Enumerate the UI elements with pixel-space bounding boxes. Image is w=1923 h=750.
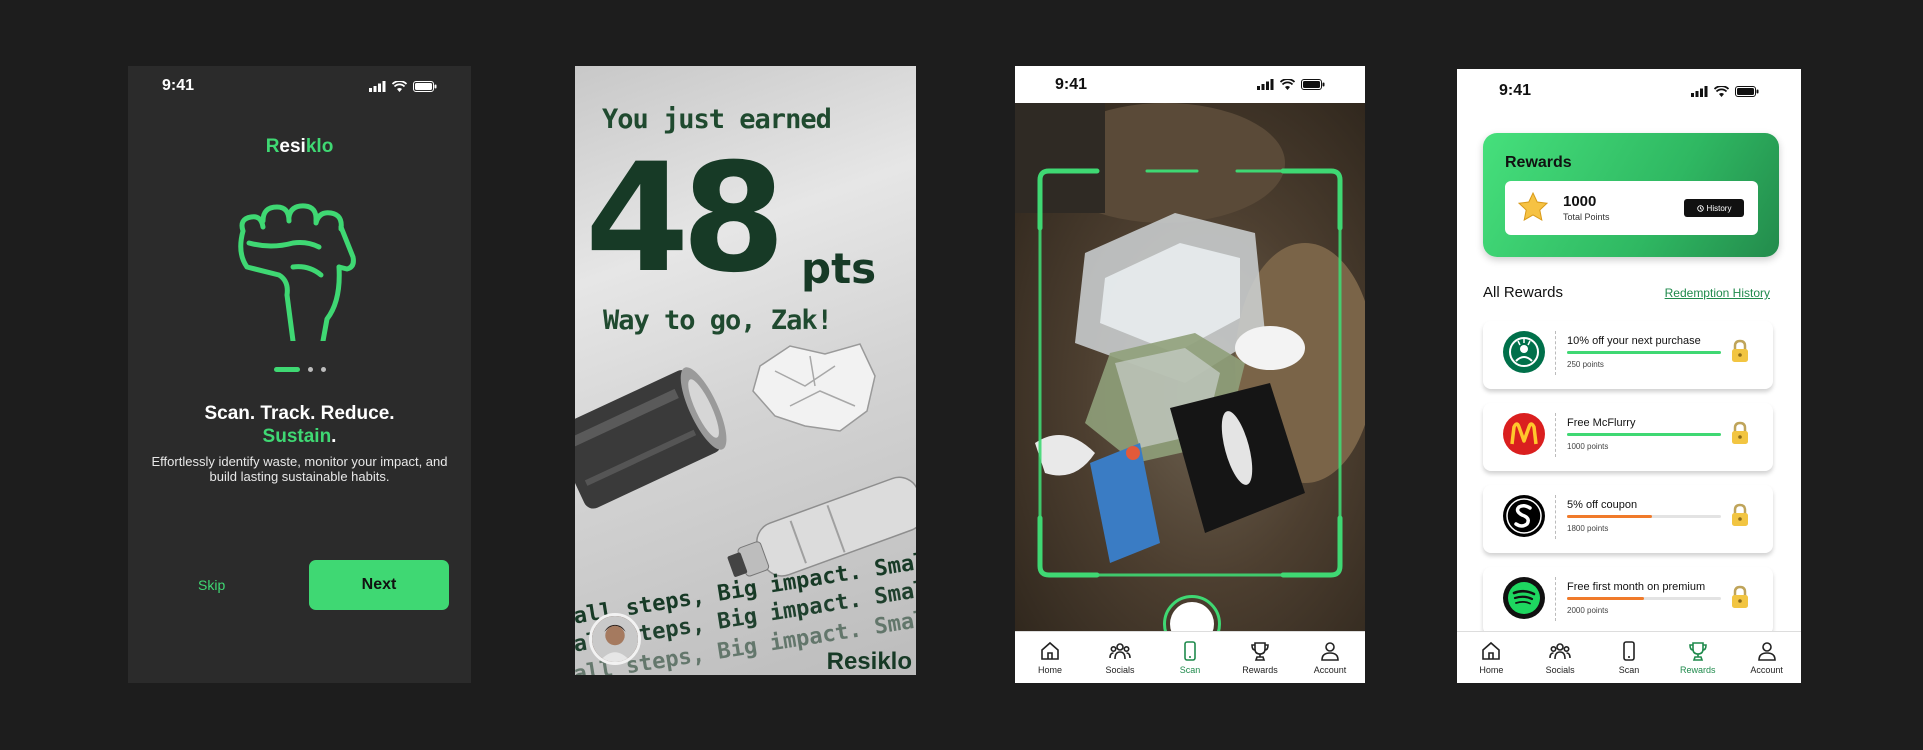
wifi-icon <box>1280 79 1295 90</box>
tab-socials[interactable]: Socials <box>1090 640 1150 675</box>
rewards-card: Rewards 1000 Total Points History <box>1483 133 1779 257</box>
tab-account[interactable]: Account <box>1300 640 1360 675</box>
reward-progress-bar <box>1567 433 1721 436</box>
rewards-card-title: Rewards <box>1505 154 1572 171</box>
tab-bar: Home Socials Scan Rewards Account <box>1457 631 1801 683</box>
rewards-list: 10% off your next purchase 250 points Fr… <box>1483 321 1773 649</box>
star-icon <box>1517 191 1549 221</box>
status-time: 9:41 <box>1499 82 1532 99</box>
user-icon <box>1321 642 1339 661</box>
reward-progress-bar <box>1567 515 1721 518</box>
battery-icon <box>1735 85 1759 97</box>
brand-wordmark: Resiklo <box>826 648 912 675</box>
s-brand-logo-icon <box>1503 495 1545 537</box>
reward-progress-bar <box>1567 597 1721 600</box>
raised-fist-icon <box>238 203 356 341</box>
signal-icon <box>1691 85 1708 97</box>
lock-icon <box>1732 503 1748 526</box>
reward-item[interactable]: Free McFlurry 1000 points <box>1483 403 1773 471</box>
lock-icon <box>1732 421 1748 444</box>
signal-icon <box>369 80 386 92</box>
status-time: 9:41 <box>162 77 195 94</box>
points-number: 48 <box>585 132 786 306</box>
app-logo: Resiklo <box>265 136 334 157</box>
status-icons <box>1691 85 1759 97</box>
phone-icon <box>1184 641 1196 661</box>
redemption-history-link[interactable]: Redemption History <box>1665 286 1770 300</box>
page-dot <box>307 367 313 372</box>
points-unit: pts <box>801 244 877 293</box>
reward-title: Free first month on premium <box>1567 581 1706 593</box>
status-bar: 9:41 <box>1457 71 1801 111</box>
status-icons <box>369 80 437 92</box>
onboarding-description: Effortlessly identify waste, monitor you… <box>151 454 448 484</box>
people-icon <box>1109 643 1131 660</box>
user-photo-icon <box>592 616 638 662</box>
points-earned-screen: You just earned 48 pts Way to go, Zak! S… <box>575 66 916 675</box>
battery-icon <box>1301 79 1325 90</box>
user-icon <box>1757 642 1776 661</box>
reward-points: 2000 points <box>1567 606 1609 615</box>
page-indicator <box>128 367 471 372</box>
total-points-value: 1000 <box>1563 193 1597 210</box>
trophy-icon <box>1688 642 1707 661</box>
tab-home[interactable]: Home <box>1020 640 1080 675</box>
reward-title: 10% off your next purchase <box>1567 335 1701 347</box>
wifi-icon <box>392 80 407 92</box>
rewards-screen: 9:41 Rewards 1000 Total Points History A… <box>1457 69 1801 683</box>
reward-progress-bar <box>1567 351 1721 354</box>
trophy-icon <box>1251 642 1269 661</box>
people-icon <box>1549 643 1571 660</box>
wifi-icon <box>1714 85 1729 97</box>
lock-icon <box>1732 339 1748 362</box>
phone-icon <box>1623 641 1635 661</box>
reward-points: 1000 points <box>1567 442 1609 451</box>
reward-item[interactable]: 10% off your next purchase 250 points <box>1483 321 1773 389</box>
total-points-box: 1000 Total Points History <box>1505 181 1758 235</box>
reward-title: 5% off coupon <box>1567 499 1638 511</box>
onboarding-screen: 9:41 Resiklo Scan. Track. Reduce. Sustai… <box>128 66 471 683</box>
reward-points: 1800 points <box>1567 524 1609 533</box>
mcdonalds-logo-icon <box>1503 413 1545 455</box>
reward-item[interactable]: 5% off coupon 1800 points <box>1483 485 1773 553</box>
scan-screen: 9:41 Home Socials Scan Rewards Account <box>1015 66 1365 683</box>
clock-icon <box>1696 204 1704 212</box>
greeting-text: Way to go, Zak! <box>603 305 833 336</box>
tab-home[interactable]: Home <box>1461 640 1521 675</box>
earned-text: You just earned <box>602 104 832 135</box>
tab-account[interactable]: Account <box>1737 640 1797 675</box>
skip-button[interactable]: Skip <box>198 577 225 593</box>
status-bar: 9:41 <box>128 66 471 106</box>
lock-icon <box>1732 585 1748 608</box>
next-button[interactable]: Next <box>309 560 449 610</box>
trash-illustration <box>575 343 916 577</box>
reward-points: 250 points <box>1567 360 1604 369</box>
tab-scan[interactable]: Scan <box>1599 640 1659 675</box>
signal-icon <box>1257 79 1274 90</box>
onboarding-headline: Scan. Track. Reduce. Sustain. <box>204 403 395 447</box>
history-button[interactable]: History <box>1684 199 1744 217</box>
scan-frame <box>1037 168 1343 578</box>
tab-rewards[interactable]: Rewards <box>1230 640 1290 675</box>
status-icons <box>1257 79 1325 90</box>
home-icon <box>1482 641 1501 660</box>
tab-bar: Home Socials Scan Rewards Account <box>1015 631 1365 683</box>
page-dot <box>320 367 326 372</box>
status-time: 9:41 <box>1055 75 1088 93</box>
avatar <box>589 613 641 665</box>
tab-rewards[interactable]: Rewards <box>1668 640 1728 675</box>
status-bar: 9:41 <box>1015 66 1365 103</box>
all-rewards-heading: All Rewards <box>1483 284 1564 301</box>
tab-scan[interactable]: Scan <box>1160 640 1220 675</box>
battery-icon <box>413 80 437 92</box>
page-dot-active <box>273 367 300 372</box>
tab-socials[interactable]: Socials <box>1530 640 1590 675</box>
camera-viewfinder[interactable] <box>1015 103 1365 633</box>
reward-item[interactable]: Free first month on premium 2000 points <box>1483 567 1773 635</box>
home-icon <box>1041 641 1059 660</box>
total-points-label: Total Points <box>1563 212 1610 222</box>
spotify-logo-icon <box>1503 577 1545 619</box>
starbucks-logo-icon <box>1503 331 1545 373</box>
reward-title: Free McFlurry <box>1567 417 1636 429</box>
